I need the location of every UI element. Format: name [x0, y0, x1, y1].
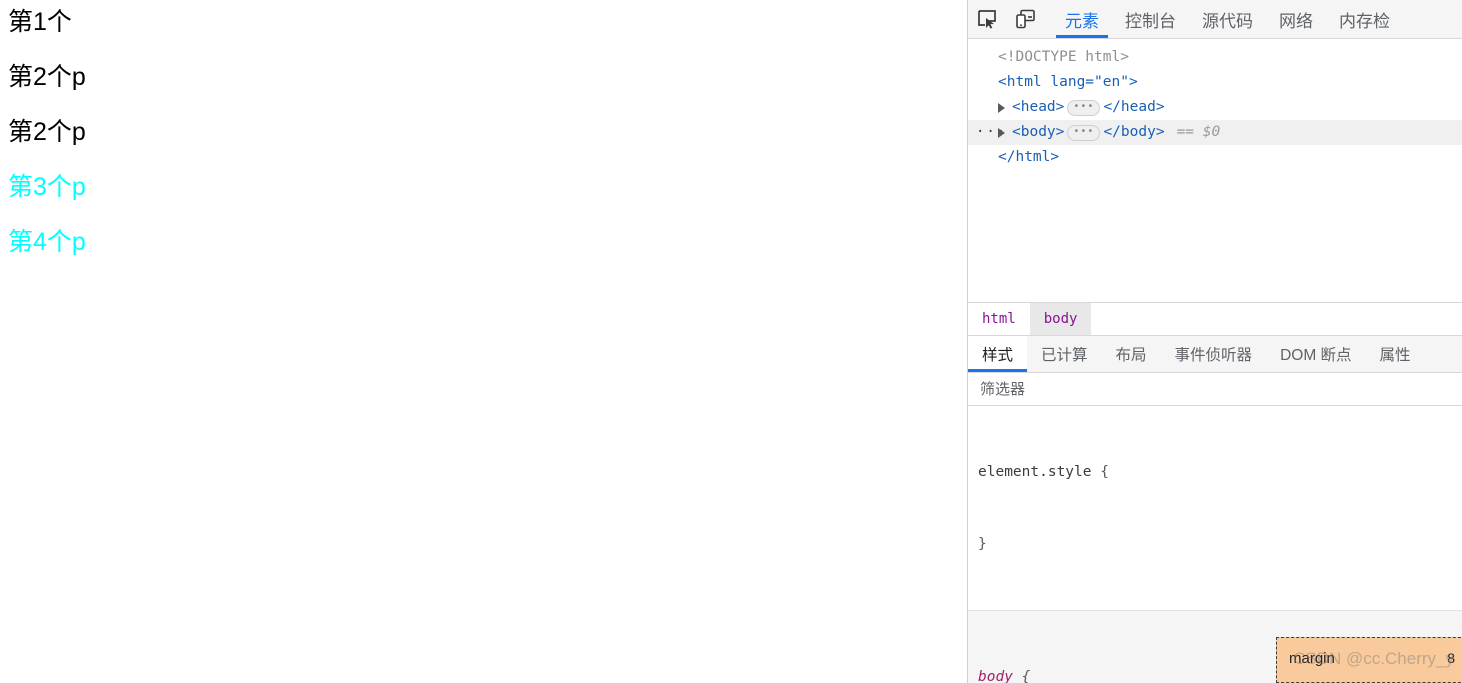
- breadcrumb-item-body[interactable]: body: [1029, 303, 1092, 335]
- open-brace: {: [1021, 669, 1031, 683]
- tab-event-listeners[interactable]: 事件侦听器: [1161, 336, 1267, 372]
- page-viewport: 第1个 第2个p 第2个p 第3个p 第4个p: [0, 0, 967, 683]
- open-brace: {: [1100, 464, 1109, 480]
- tab-computed[interactable]: 已计算: [1027, 336, 1102, 372]
- tab-properties-label: 属性: [1379, 347, 1411, 364]
- devtools-main-tabs: 元素 控制台 源代码 网络 内存检: [1052, 0, 1403, 38]
- breadcrumb-item-html-label: html: [982, 311, 1016, 327]
- box-model-margin-value[interactable]: 8: [1447, 650, 1455, 666]
- tab-layout-label: 布局: [1115, 347, 1147, 364]
- page-paragraph-5: 第4个p: [8, 228, 86, 256]
- dom-row-head[interactable]: <head> ••• </head>: [968, 95, 1462, 120]
- style-rule-element-style[interactable]: element.style { }: [968, 406, 1462, 611]
- dom-row-menu-icon[interactable]: ···: [976, 120, 1005, 145]
- html-close-tag: </html>: [998, 149, 1060, 165]
- body-open-tag: <body>: [1012, 124, 1065, 140]
- dom-row-doctype[interactable]: <!DOCTYPE html>: [968, 45, 1462, 70]
- html-open-tag: <html lang="en">: [998, 70, 1138, 95]
- tab-properties[interactable]: 属性: [1366, 336, 1425, 372]
- page-paragraph-2: 第2个p: [8, 63, 86, 91]
- dom-row-body[interactable]: ··· <body> ••• </body> == $0: [968, 120, 1462, 145]
- tab-sources[interactable]: 源代码: [1189, 0, 1266, 38]
- collapsed-children-icon[interactable]: •••: [1067, 99, 1101, 116]
- tab-memory-label: 内存检: [1339, 11, 1390, 31]
- devtools-panel: 元素 控制台 源代码 网络 内存检 <!DOCTYPE html> <html …: [967, 0, 1462, 683]
- style-rule-selector[interactable]: body: [978, 669, 1013, 683]
- tab-styles[interactable]: 样式: [968, 336, 1028, 372]
- box-model-margin-label: margin: [1289, 650, 1335, 667]
- head-open-tag: <head>: [1012, 99, 1065, 115]
- head-close-tag: </head>: [1103, 99, 1165, 115]
- box-model-diagram: margin 8: [1262, 633, 1462, 683]
- tab-dom-breakpoints[interactable]: DOM 断点: [1266, 336, 1365, 372]
- breadcrumb: html body: [968, 302, 1462, 336]
- page-paragraph-4: 第3个p: [8, 173, 86, 201]
- close-brace: }: [978, 536, 987, 552]
- body-close-tag: </body>: [1103, 124, 1165, 140]
- style-rule-selector[interactable]: element.style: [978, 464, 1092, 480]
- tab-event-listeners-label: 事件侦听器: [1174, 347, 1253, 364]
- breadcrumb-item-body-label: body: [1043, 311, 1078, 327]
- device-toolbar-icon[interactable]: [1006, 0, 1044, 38]
- tab-styles-label: 样式: [982, 347, 1014, 364]
- tab-network[interactable]: 网络: [1266, 0, 1326, 38]
- dom-tree[interactable]: <!DOCTYPE html> <html lang="en"> <head> …: [968, 39, 1462, 302]
- devtools-toolbar: 元素 控制台 源代码 网络 内存检: [968, 0, 1462, 39]
- breadcrumb-item-html[interactable]: html: [968, 303, 1030, 335]
- box-model-margin-box[interactable]: margin 8: [1276, 637, 1462, 683]
- chevron-right-icon[interactable]: [998, 127, 1005, 138]
- chevron-right-icon[interactable]: [998, 102, 1005, 113]
- tab-network-label: 网络: [1279, 11, 1313, 31]
- styles-filter-input[interactable]: [978, 379, 1452, 399]
- tab-sources-label: 源代码: [1202, 11, 1253, 31]
- tab-layout[interactable]: 布局: [1102, 336, 1161, 372]
- tab-console-label: 控制台: [1125, 11, 1176, 31]
- page-paragraph-1: 第1个: [8, 8, 72, 36]
- doctype-text: <!DOCTYPE html>: [998, 49, 1129, 65]
- tab-console[interactable]: 控制台: [1112, 0, 1189, 38]
- tab-elements[interactable]: 元素: [1052, 0, 1112, 38]
- page-paragraph-3: 第2个p: [8, 118, 86, 146]
- inspect-element-icon[interactable]: [968, 0, 1006, 38]
- browser-window: 第1个 第2个p 第2个p 第3个p 第4个p 元素 控制台 源代码 网络 内存…: [0, 0, 1462, 683]
- style-rule-selector-line: element.style {: [978, 460, 1452, 484]
- styles-sidebar-tabs: 样式 已计算 布局 事件侦听器 DOM 断点 属性: [968, 336, 1462, 373]
- page-body: 第1个 第2个p 第2个p 第3个p 第4个p: [0, 0, 967, 291]
- tab-dom-breakpoints-label: DOM 断点: [1280, 347, 1352, 364]
- tab-elements-label: 元素: [1065, 11, 1099, 31]
- tab-memory[interactable]: 内存检: [1326, 0, 1403, 38]
- styles-filter-bar: [968, 373, 1462, 406]
- html-open-tag-text: <html lang="en">: [998, 74, 1138, 90]
- dom-row-html-open[interactable]: <html lang="en">: [968, 70, 1462, 95]
- dom-row-html-close[interactable]: </html>: [968, 145, 1462, 170]
- tab-computed-label: 已计算: [1041, 347, 1088, 364]
- collapsed-children-icon[interactable]: •••: [1067, 124, 1101, 141]
- selected-node-badge: == $0: [1176, 124, 1221, 140]
